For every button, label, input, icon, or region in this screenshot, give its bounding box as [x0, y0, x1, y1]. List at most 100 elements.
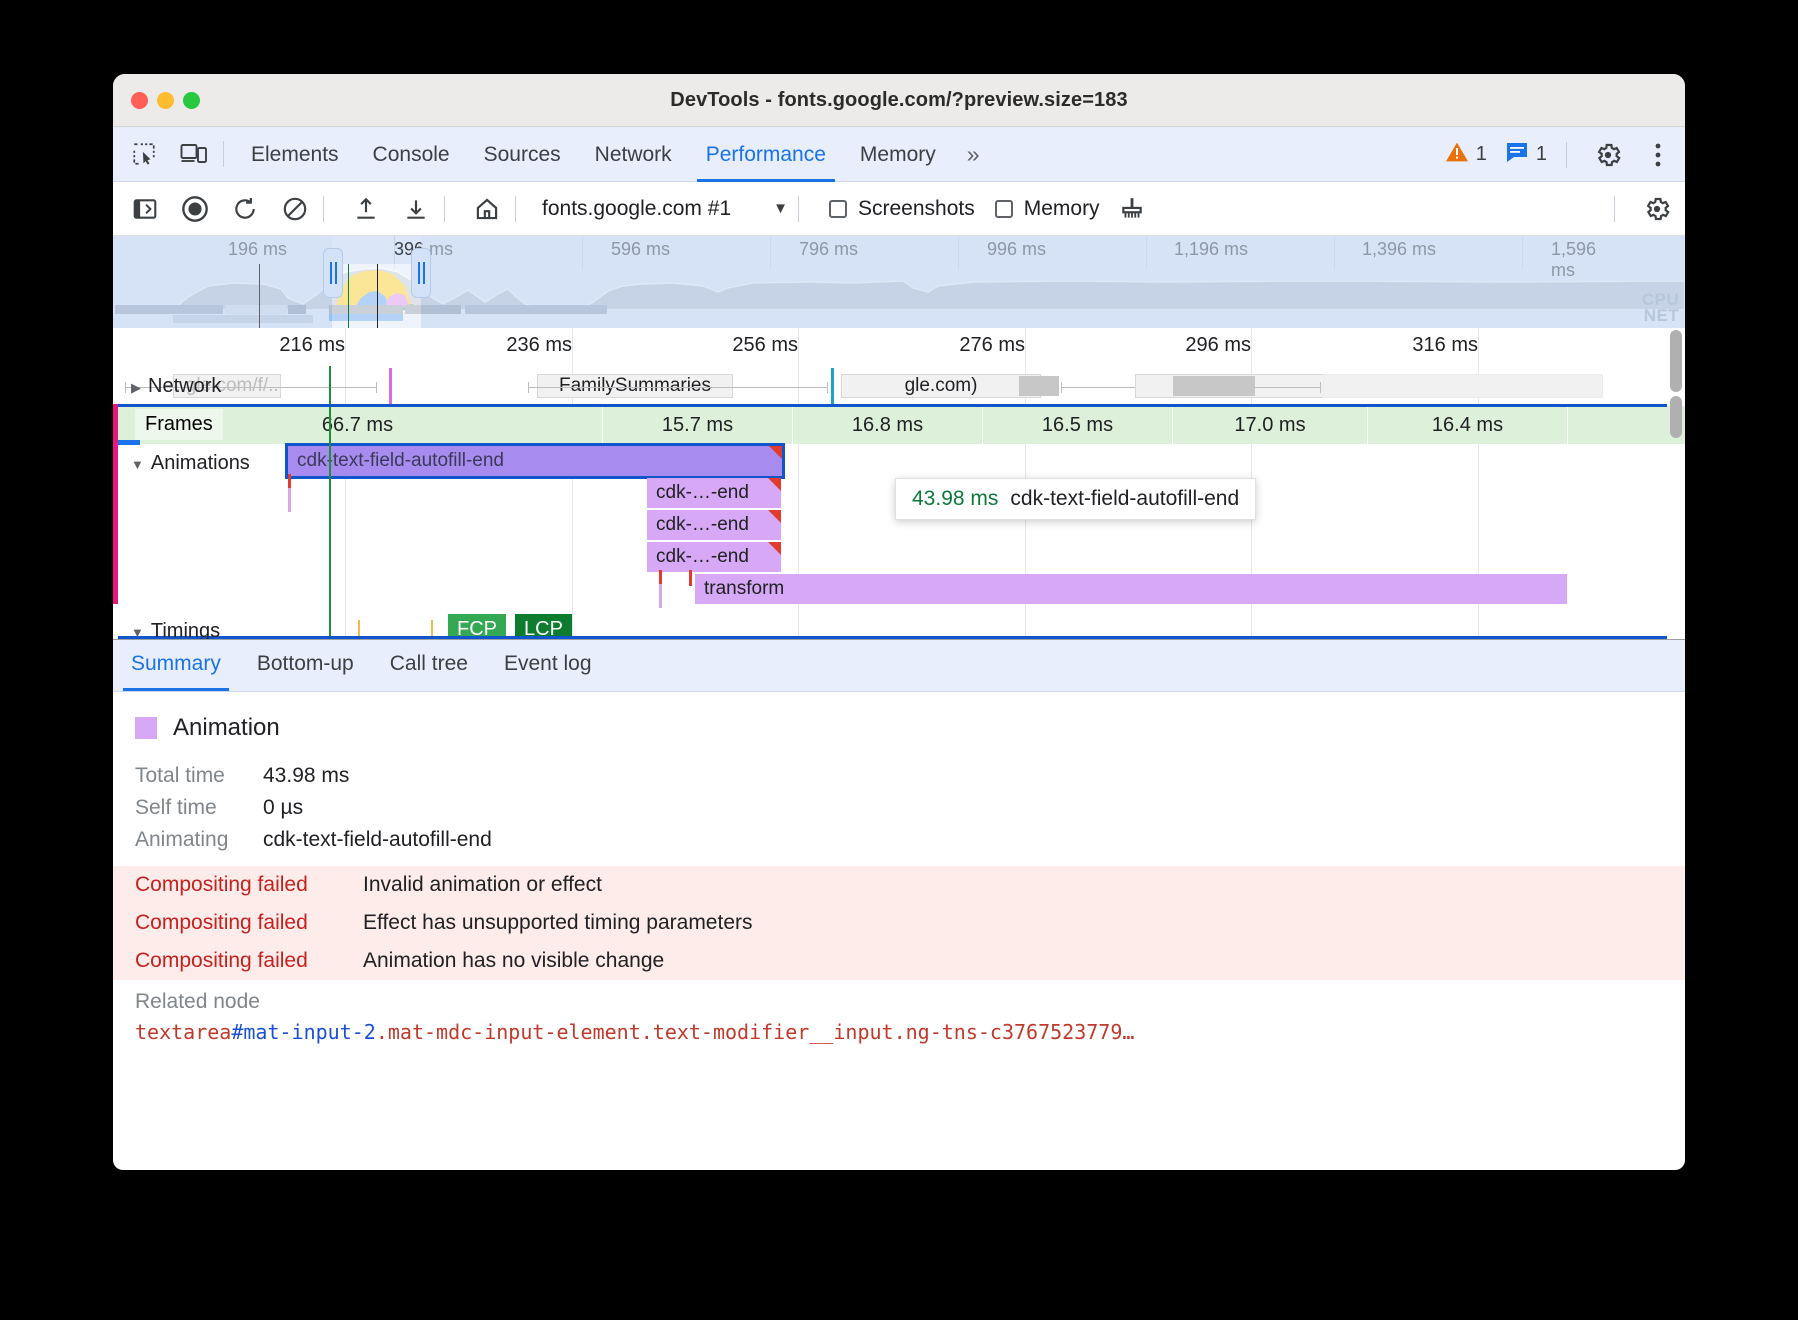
animation-bar[interactable]: cdk-…-end — [647, 478, 781, 508]
failure-value: Effect has unsupported timing parameters — [363, 911, 753, 935]
details-tab-call-tree[interactable]: Call tree — [372, 639, 486, 691]
home-icon[interactable] — [469, 192, 505, 226]
row-value: 43.98 ms — [263, 764, 349, 788]
network-request[interactable]: FamilySummaries — [537, 374, 733, 398]
frame-duration[interactable]: 16.8 ms — [793, 406, 983, 444]
summary-body: Animation Total time 43.98 ms Self time … — [113, 692, 1685, 1044]
tab-elements[interactable]: Elements — [234, 127, 356, 182]
tab-memory[interactable]: Memory — [843, 127, 953, 182]
node-classes: .mat-mdc-input-element.text-modifier__in… — [376, 1020, 1135, 1044]
ruler-tick: 276 ms — [959, 334, 1025, 357]
screenshots-label: Screenshots — [858, 197, 975, 221]
overview-fcp-marker — [348, 264, 349, 328]
node-tag: textarea — [135, 1020, 231, 1044]
collapse-triangle-icon[interactable]: ▼ — [131, 457, 144, 472]
perf-divider-5 — [1614, 196, 1615, 222]
flame-chart-ruler: 216 ms 236 ms 256 ms 276 ms 296 ms 316 m… — [113, 328, 1685, 366]
warning-corner-icon — [768, 542, 781, 555]
warning-count: 1 — [1476, 143, 1487, 166]
load-profile-icon[interactable] — [348, 192, 384, 226]
network-request[interactable]: gle.com) — [841, 374, 1041, 398]
frame-duration[interactable]: 17.0 ms — [1173, 406, 1368, 444]
info-badge[interactable]: 1 — [1505, 141, 1547, 169]
event-tooltip: 43.98 ms cdk-text-field-autofill-end — [895, 478, 1256, 520]
category-name: Animation — [173, 714, 280, 742]
category-color-swatch — [135, 717, 157, 739]
recording-session-label: fonts.google.com #1 — [542, 197, 731, 221]
row-value: 0 µs — [263, 796, 303, 820]
selection-range-marker — [113, 404, 118, 604]
details-tab-bottom-up[interactable]: Bottom-up — [239, 639, 372, 691]
tab-sources[interactable]: Sources — [467, 127, 578, 182]
expand-triangle-icon[interactable]: ▶ — [131, 380, 141, 396]
details-tab-summary[interactable]: Summary — [113, 639, 239, 691]
frame-duration[interactable]: 16.4 ms — [1368, 406, 1568, 444]
perf-divider-3 — [515, 196, 516, 222]
track-drag-handle[interactable] — [118, 440, 140, 445]
tab-performance[interactable]: Performance — [689, 127, 843, 182]
message-icon — [1505, 141, 1529, 169]
flame-chart[interactable]: 216 ms 236 ms 256 ms 276 ms 296 ms 316 m… — [113, 328, 1685, 640]
failure-key: Compositing failed — [135, 873, 363, 897]
animation-bar[interactable]: cdk-…-end — [647, 542, 781, 572]
capture-settings-gear-icon[interactable] — [1639, 192, 1675, 226]
window-title: DevTools - fonts.google.com/?preview.siz… — [113, 89, 1685, 112]
collapse-triangle-icon[interactable]: ▼ — [131, 625, 144, 640]
devtools-tab-bar: Elements Console Sources Network Perform… — [113, 127, 1685, 182]
animation-bar[interactable]: transform — [695, 574, 1567, 604]
selection-bottom-border — [118, 636, 1667, 639]
details-tab-event-log[interactable]: Event log — [486, 639, 610, 691]
recording-session-select[interactable]: fonts.google.com #1 ▼ — [542, 197, 788, 221]
timings-track-label[interactable]: ▼Timings — [131, 620, 220, 640]
timeline-overview[interactable]: 196 ms 396 ms 596 ms 796 ms 996 ms 1,196… — [113, 236, 1685, 328]
ruler-tick: 256 ms — [732, 334, 798, 357]
frame-duration[interactable]: 16.5 ms — [983, 406, 1173, 444]
animation-bar-selected[interactable]: cdk-text-field-autofill-end — [288, 446, 782, 476]
more-options-icon[interactable] — [1639, 139, 1677, 171]
performance-toolbar: fonts.google.com #1 ▼ Screenshots Memory — [113, 182, 1685, 236]
overview-window-right-handle[interactable] — [411, 248, 431, 298]
overview-lcp-marker — [377, 264, 378, 328]
save-profile-icon[interactable] — [398, 192, 434, 226]
inspect-element-icon[interactable] — [125, 138, 163, 170]
failure-key: Compositing failed — [135, 949, 363, 973]
chart-scrollbar[interactable] — [1670, 396, 1682, 438]
related-node-selector[interactable]: textarea#mat-input-2.mat-mdc-input-eleme… — [135, 1020, 1685, 1044]
row-key: Total time — [135, 764, 263, 788]
settings-gear-icon[interactable] — [1589, 139, 1627, 171]
frames-track[interactable]: 66.7 ms 15.7 ms 16.8 ms 16.5 ms 17.0 ms … — [113, 406, 1685, 444]
compositing-failure-row: Compositing failed Animation has no visi… — [113, 942, 1685, 980]
animation-bar[interactable]: cdk-…-end — [647, 510, 781, 540]
show-sidebar-icon[interactable] — [127, 192, 163, 226]
warning-corner-icon — [768, 478, 781, 491]
overview-window-left-handle[interactable] — [323, 248, 343, 298]
checkbox-box — [995, 200, 1013, 218]
window-title-bar: DevTools - fonts.google.com/?preview.siz… — [113, 74, 1685, 127]
screenshots-checkbox[interactable]: Screenshots — [829, 197, 975, 221]
network-track-label[interactable]: ▶Network — [131, 375, 221, 398]
reload-and-record-icon[interactable] — [227, 192, 263, 226]
more-tabs-icon[interactable]: » — [953, 141, 991, 168]
warning-badge[interactable]: 1 — [1445, 141, 1487, 169]
related-node-label: Related node — [135, 990, 1685, 1014]
animations-track[interactable]: ▼Animations cdk-text-field-autofill-end … — [113, 444, 1685, 614]
clear-recording-icon[interactable] — [277, 192, 313, 226]
failure-value: Invalid animation or effect — [363, 873, 602, 897]
compositing-failure-row: Compositing failed Invalid animation or … — [113, 866, 1685, 904]
tab-network[interactable]: Network — [578, 127, 689, 182]
collect-garbage-icon[interactable] — [1114, 192, 1150, 226]
frame-duration[interactable]: 15.7 ms — [603, 406, 793, 444]
ruler-scrollbar[interactable] — [1670, 330, 1682, 392]
node-id: #mat-input-2 — [231, 1020, 376, 1044]
summary-category: Animation — [113, 714, 1685, 742]
record-button[interactable] — [177, 192, 213, 226]
memory-checkbox[interactable]: Memory — [995, 197, 1100, 221]
animations-track-label[interactable]: ▼Animations — [131, 452, 250, 475]
details-pane: Summary Bottom-up Call tree Event log An… — [113, 640, 1685, 1063]
network-track[interactable]: ...gle.com/f/... FamilySummaries gle.com… — [113, 366, 1685, 406]
tab-console[interactable]: Console — [356, 127, 467, 182]
toolbar-divider-2 — [1566, 142, 1567, 168]
row-key: Animating — [135, 828, 263, 852]
device-toolbar-icon[interactable] — [175, 138, 213, 170]
compositing-failure-row: Compositing failed Effect has unsupporte… — [113, 904, 1685, 942]
